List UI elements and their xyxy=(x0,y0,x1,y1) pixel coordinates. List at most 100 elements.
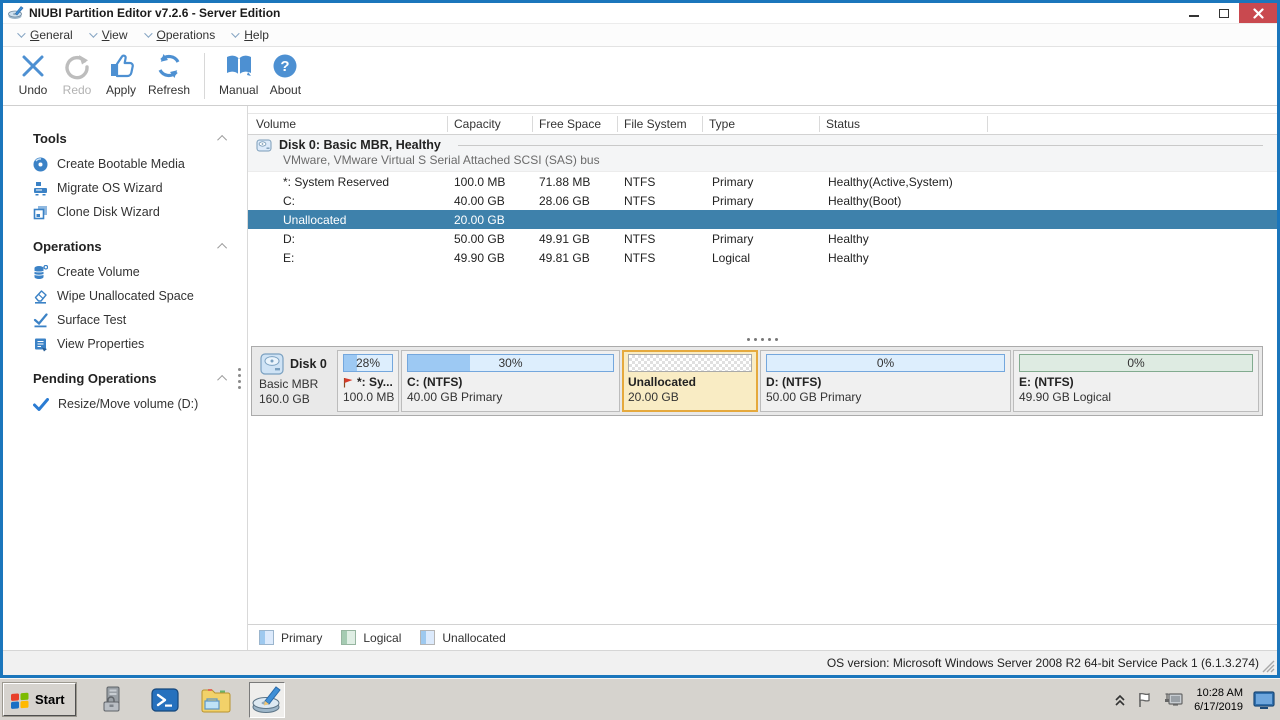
menu-operations[interactable]: Operations xyxy=(139,24,227,46)
column-empty xyxy=(988,116,1277,132)
divider xyxy=(457,144,1263,146)
table-row-e[interactable]: E: 49.90 GB 49.81 GB NTFS Logical Health… xyxy=(248,248,1277,267)
network-icon[interactable] xyxy=(1164,691,1184,709)
cell-file-system: NTFS xyxy=(624,231,656,246)
primary-swatch xyxy=(259,630,274,645)
chevron-down-icon xyxy=(231,29,240,38)
horizontal-splitter-handle[interactable] xyxy=(743,338,783,341)
logical-swatch xyxy=(341,630,357,645)
unallocated-swatch xyxy=(420,630,436,645)
sidebar-item-create-volume[interactable]: Create Volume xyxy=(33,260,247,284)
cell-volume: Unallocated xyxy=(283,212,347,227)
table-row-unallocated-selected[interactable]: Unallocated 20.00 GB xyxy=(248,210,1277,229)
cell-volume: *: System Reserved xyxy=(283,174,390,189)
section-tools[interactable]: Tools xyxy=(33,128,228,148)
about-button[interactable]: ? About xyxy=(263,52,307,97)
clock-time: 10:28 AM xyxy=(1196,686,1243,699)
sidebar-item-create-bootable-media[interactable]: Create Bootable Media xyxy=(33,152,247,176)
item-label: Create Bootable Media xyxy=(57,157,185,171)
sidebar-item-wipe-unallocated-space[interactable]: Wipe Unallocated Space xyxy=(33,284,247,308)
disk-map-panel: Disk 0 Basic MBR 160.0 GB 28% *: Sy... 1… xyxy=(251,346,1263,416)
window-controls xyxy=(1179,3,1277,23)
undo-button[interactable]: Undo xyxy=(11,52,55,97)
section-pending-operations[interactable]: Pending Operations xyxy=(33,368,228,388)
menubar: General View Operations Help xyxy=(3,24,1277,47)
sidebar-item-view-properties[interactable]: View Properties xyxy=(33,332,247,356)
refresh-button[interactable]: Refresh xyxy=(143,52,195,97)
column-file-system[interactable]: File System xyxy=(618,116,703,132)
system-tray: 10:28 AM 6/17/2019 xyxy=(1114,679,1280,720)
cell-volume: C: xyxy=(283,193,295,208)
item-label: View Properties xyxy=(57,337,145,351)
cell-capacity: 20.00 GB xyxy=(454,212,505,227)
legend-primary: Primary xyxy=(259,630,322,645)
menu-general[interactable]: General xyxy=(12,24,84,46)
usage-label: 0% xyxy=(1127,356,1145,370)
menu-view[interactable]: View xyxy=(84,24,139,46)
manual-button[interactable]: Manual xyxy=(214,52,263,97)
sidebar-item-surface-test[interactable]: Surface Test xyxy=(33,308,247,332)
column-status[interactable]: Status xyxy=(820,116,988,132)
column-free-space[interactable]: Free Space xyxy=(533,116,618,132)
server-manager-icon xyxy=(103,686,120,711)
item-label: Clone Disk Wizard xyxy=(57,205,160,219)
close-icon xyxy=(1252,7,1264,19)
section-tools-label: Tools xyxy=(33,130,67,146)
usage-bar: 0% xyxy=(766,354,1005,372)
partition-block-d[interactable]: 0% D: (NTFS) 50.00 GB Primary xyxy=(760,350,1011,412)
partition-block-e[interactable]: 0% E: (NTFS) 49.90 GB Logical xyxy=(1013,350,1259,412)
toolbar-separator xyxy=(204,53,206,99)
check-icon xyxy=(33,397,49,411)
disk-group-row[interactable]: Disk 0: Basic MBR, Healthy VMware, VMwar… xyxy=(248,135,1277,172)
menu-general-label: General xyxy=(30,28,73,42)
legend-logical: Logical xyxy=(341,630,401,645)
usage-fill xyxy=(408,355,470,371)
niubi-partition-editor-button[interactable] xyxy=(248,681,285,718)
maximize-icon xyxy=(1219,8,1229,18)
column-capacity[interactable]: Capacity xyxy=(448,116,533,132)
sidebar-item-migrate-os-wizard[interactable]: Migrate OS Wizard xyxy=(33,176,247,200)
column-type[interactable]: Type xyxy=(703,116,820,132)
disk-info-block[interactable]: Disk 0 Basic MBR 160.0 GB xyxy=(255,350,335,412)
section-pending-label: Pending Operations xyxy=(33,370,157,386)
table-row-system-reserved[interactable]: *: System Reserved 100.0 MB 71.88 MB NTF… xyxy=(248,172,1277,191)
file-explorer-button[interactable] xyxy=(198,682,234,718)
server-manager-button[interactable] xyxy=(96,682,132,718)
column-volume[interactable]: Volume xyxy=(248,116,448,132)
section-operations[interactable]: Operations xyxy=(33,236,228,256)
legend: Primary Logical Unallocated xyxy=(248,624,1277,650)
menu-help[interactable]: Help xyxy=(226,24,280,46)
cell-file-system: NTFS xyxy=(624,250,656,265)
minimize-button[interactable] xyxy=(1179,3,1209,23)
partition-block-c[interactable]: 30% C: (NTFS) 40.00 GB Primary xyxy=(401,350,620,412)
apply-button[interactable]: Apply xyxy=(99,52,143,97)
table-row-c[interactable]: C: 40.00 GB 28.06 GB NTFS Primary Health… xyxy=(248,191,1277,210)
chevron-up-icon xyxy=(217,134,228,145)
partition-block-unallocated-selected[interactable]: Unallocated 20.00 GB xyxy=(622,350,758,412)
taskbar-clock[interactable]: 10:28 AM 6/17/2019 xyxy=(1194,686,1243,714)
close-button[interactable] xyxy=(1239,3,1277,23)
cell-file-system: NTFS xyxy=(624,174,656,189)
disc-icon xyxy=(33,157,48,171)
usage-label: 0% xyxy=(876,356,895,370)
powershell-button[interactable] xyxy=(147,682,183,718)
start-button[interactable]: Start xyxy=(3,683,76,716)
windows-logo-icon xyxy=(11,692,29,709)
start-label: Start xyxy=(35,692,65,707)
show-desktop-icon[interactable] xyxy=(1253,690,1275,710)
resize-grip[interactable] xyxy=(1262,660,1275,673)
table-row-d[interactable]: D: 50.00 GB 49.91 GB NTFS Primary Health… xyxy=(248,229,1277,248)
usage-label: 28% xyxy=(355,356,381,370)
action-center-flag-icon[interactable] xyxy=(1136,691,1154,709)
pending-item-resize-move-volume[interactable]: Resize/Move volume (D:) xyxy=(33,392,247,416)
tray-expand-icon[interactable] xyxy=(1114,692,1126,708)
partition-block-system-reserved[interactable]: 28% *: Sy... 100.0 MB xyxy=(337,350,399,412)
refresh-icon xyxy=(158,54,180,78)
cell-volume: D: xyxy=(283,231,295,246)
usage-label: 30% xyxy=(498,356,523,370)
sidebar-item-clone-disk-wizard[interactable]: Clone Disk Wizard xyxy=(33,200,247,224)
maximize-button[interactable] xyxy=(1209,3,1239,23)
disk-group-title: Disk 0: Basic MBR, Healthy xyxy=(279,138,441,152)
sidebar-splitter-handle[interactable] xyxy=(238,368,241,389)
